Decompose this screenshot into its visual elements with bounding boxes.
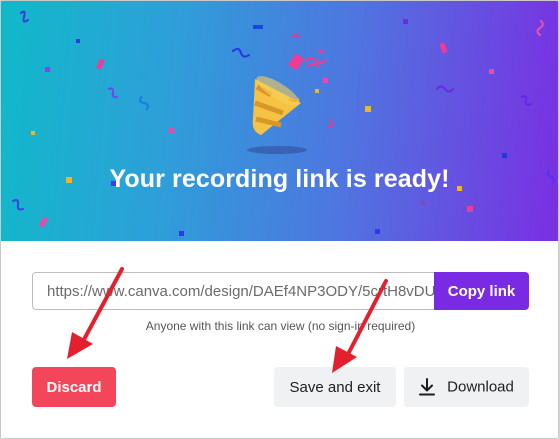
download-label: Download bbox=[447, 378, 514, 396]
download-button[interactable]: Download bbox=[404, 367, 529, 407]
share-link-input[interactable] bbox=[32, 272, 449, 310]
save-and-exit-button[interactable]: Save and exit bbox=[274, 367, 396, 407]
link-visibility-note: Anyone with this link can view (no sign-… bbox=[145, 319, 416, 333]
celebration-banner: Your recording link is ready! bbox=[1, 1, 558, 241]
discard-button[interactable]: Discard bbox=[32, 367, 116, 407]
share-link-row: Copy link bbox=[32, 272, 529, 310]
copy-link-button[interactable]: Copy link bbox=[434, 272, 529, 310]
download-icon bbox=[419, 378, 436, 396]
recording-link-dialog: Your recording link is ready! Copy link … bbox=[0, 0, 559, 439]
party-popper-icon bbox=[247, 54, 320, 154]
hero-title: Your recording link is ready! bbox=[109, 165, 450, 193]
